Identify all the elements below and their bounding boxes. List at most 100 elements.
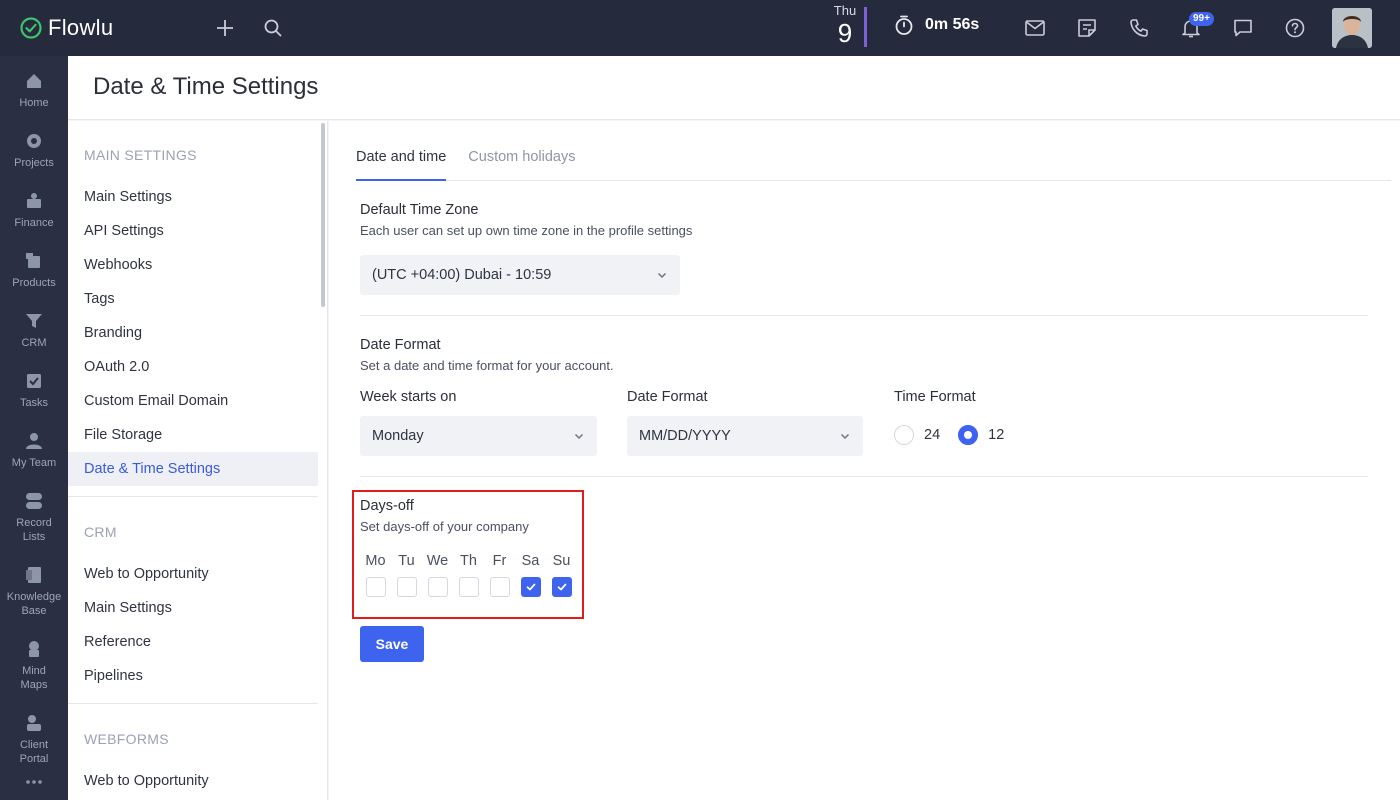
stopwatch-icon [895,15,913,35]
sidebar-item-reference[interactable]: Reference [68,625,318,659]
mind-maps-icon [29,641,39,657]
nav-item-label: Record Lists [16,517,52,543]
nav-item-finance[interactable]: Finance [0,176,68,236]
add-button[interactable] [205,8,245,48]
sidebar-scrollbar[interactable] [321,123,325,307]
nav-item-projects[interactable]: Projects [0,116,68,176]
day-checkbox[interactable] [396,577,417,597]
days-off-checkboxes: Mo Tu We Th Fr Sa Su [360,553,577,597]
mail-icon [1025,20,1045,36]
app-logo[interactable]: Flowlu [20,15,205,41]
timezone-title: Default Time Zone [360,202,479,218]
sidebar-group-main-settings: MAIN SETTINGS [84,147,197,163]
team-icon [26,433,42,449]
help-button[interactable] [1275,8,1315,48]
sidebar-item-date-and-time-settings[interactable]: Date & Time Settings [68,452,318,486]
sidebar-item-main-settings[interactable]: Main Settings [68,591,318,625]
time-format-24-radio[interactable] [894,425,914,445]
page-header: Date & Time Settings [68,56,1400,120]
current-date[interactable]: Thu 9 [826,4,864,52]
day-su: Su [546,553,577,597]
sidebar-item-pipelines[interactable]: Pipelines [68,659,318,693]
date-format-select[interactable]: MM/DD/YYYY [627,416,863,456]
sidebar-item-custom-email-domain[interactable]: Custom Email Domain [68,384,318,418]
day-checkbox[interactable] [365,577,386,597]
sidebar-item-oauth-2-0[interactable]: OAuth 2.0 [68,350,318,384]
day-sa: Sa [515,553,546,597]
home-icon [27,74,41,88]
day-checkbox[interactable] [489,577,510,597]
days-off-subtitle: Set days-off of your company [360,519,529,534]
day-checkbox[interactable] [458,577,479,597]
date-divider [864,7,867,47]
chevron-down-icon [574,433,584,440]
nav-item-label: Client Portal [19,739,49,765]
phone-icon [1130,19,1148,37]
more-menu-icon[interactable] [0,778,68,786]
page-title: Date & Time Settings [93,73,319,100]
nav-item-label: Tasks [19,397,49,409]
tab-custom-holidays[interactable]: Custom holidays [468,143,575,181]
timezone-select[interactable]: (UTC +04:00) Dubai - 10:59 [360,255,680,295]
sidebar-group-crm: CRM [84,524,117,540]
sidebar-item-tags[interactable]: Tags [68,282,318,316]
sidebar-item-file-storage[interactable]: File Storage [68,418,318,452]
chat-button[interactable] [1223,8,1263,48]
day-label: Sa [521,553,540,569]
nav-item-knowledge-base[interactable]: Knowledge Base [0,550,68,624]
nav-item-tasks[interactable]: Tasks [0,356,68,416]
sidebar-item-api-settings[interactable]: API Settings [68,214,318,248]
nav-item-home[interactable]: Home [0,56,68,116]
nav-item-record-lists[interactable]: Record Lists [0,476,68,550]
day-checkbox[interactable] [551,577,572,597]
nav-item-label: Finance [14,217,54,229]
main-navigation: Home Projects Finance Products CRM Tasks My Te… [0,56,68,800]
time-format-12-radio[interactable] [958,425,979,445]
day-th: Th [453,553,484,597]
notifications-button[interactable]: 99+ [1171,8,1214,48]
day-tu: Tu [391,553,422,597]
days-off-title: Days-off [360,498,414,514]
search-icon [264,19,282,37]
search-button[interactable] [253,8,293,48]
mail-button[interactable] [1015,8,1055,48]
knowledge-base-icon [26,567,41,583]
time-tracker[interactable]: 0m 56s [893,14,979,36]
day-label: Mo [365,553,386,569]
settings-sidebar: MAIN SETTINGS Main Settings API Settings W… [68,121,328,800]
sidebar-item-webhooks[interactable]: Webhooks [68,248,318,282]
products-icon [26,253,40,268]
day-checkbox[interactable] [427,577,448,597]
nav-item-crm[interactable]: CRM [0,296,68,356]
sidebar-item-main-settings[interactable]: Main Settings [68,180,318,214]
week-starts-select[interactable]: Monday [360,416,597,456]
save-button[interactable]: Save [360,626,424,662]
settings-content: Date and time Custom holidays Default Ti… [329,121,1400,800]
sidebar-item-web-to-opportunity[interactable]: Web to Opportunity [68,557,318,591]
user-avatar[interactable] [1332,8,1372,48]
date-weekday: Thu [833,3,857,18]
nav-item-label: Home [19,97,49,109]
nav-item-my-team[interactable]: My Team [0,416,68,476]
nav-item-products[interactable]: Products [0,236,68,296]
sidebar-item-web-to-opportunity[interactable]: Web to Opportunity [68,764,318,798]
notifications-badge: 99+ [1189,12,1214,26]
time-format-radio-group: 24 12 [894,425,1022,445]
chat-icon [1234,19,1252,37]
day-label: Th [460,553,477,569]
section-divider [360,476,1368,477]
nav-item-client-portal[interactable]: Client Portal [0,698,68,772]
phone-button[interactable] [1119,8,1159,48]
notes-button[interactable] [1067,8,1107,48]
date-format-value: MM/DD/YYYY [639,428,731,444]
day-checkbox[interactable] [520,577,541,597]
nav-item-mind-maps[interactable]: Mind Maps [0,624,68,698]
nav-item-label: Knowledge Base [6,591,62,617]
tab-date-and-time[interactable]: Date and time [356,143,447,181]
date-format-label: Date Format [627,389,708,405]
nav-item-label: Projects [14,157,54,169]
sidebar-item-branding[interactable]: Branding [68,316,318,350]
nav-item-label: My Team [11,457,57,469]
timer-value: 0m 56s [925,16,980,33]
nav-item-label: Products [12,277,56,289]
